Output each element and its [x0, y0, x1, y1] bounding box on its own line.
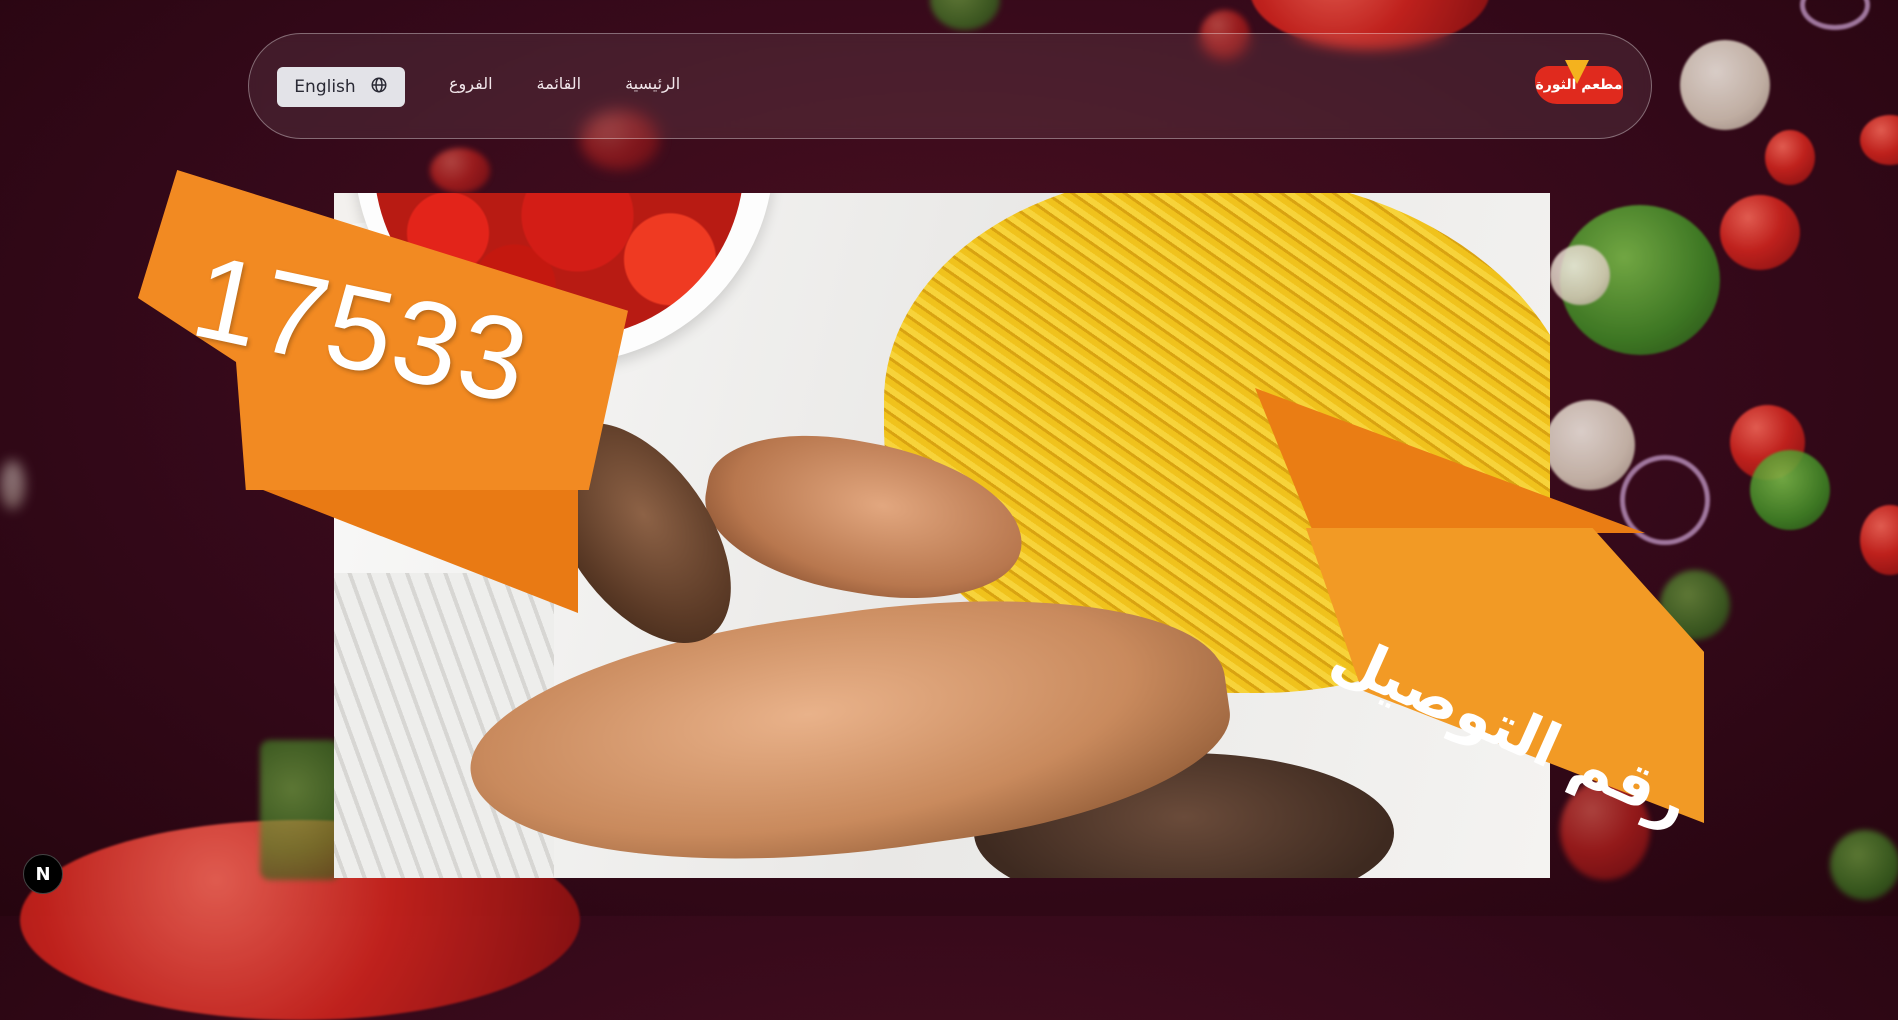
broccoli-decoration: [1750, 450, 1830, 530]
nav-link-branches[interactable]: الفروع: [449, 74, 493, 93]
tomato-decoration: [1860, 115, 1898, 165]
globe-icon: [370, 76, 388, 99]
tomato-decoration: [1720, 195, 1800, 270]
tomato-decoration: [1765, 130, 1815, 185]
broccoli-decoration: [1830, 830, 1898, 900]
mushroom-decoration: [1680, 40, 1770, 130]
badge-letter: N: [35, 863, 51, 885]
mushroom-decoration: [1545, 400, 1635, 490]
nav-links: الرئيسية القائمة الفروع: [449, 74, 680, 93]
restaurant-logo[interactable]: مطعم الثورة: [1535, 60, 1623, 104]
nav-link-menu[interactable]: القائمة: [537, 74, 582, 93]
mushroom-decoration: [0, 460, 25, 510]
navigation-bar: English الرئيسية القائمة الفروع مطعم الث…: [248, 33, 1652, 139]
language-button-label: English: [294, 77, 356, 97]
onion-decoration: [1800, 0, 1870, 30]
mushroom-decoration: [1550, 245, 1610, 305]
broccoli-decoration: [260, 740, 340, 880]
broccoli-decoration: [930, 0, 1000, 30]
pizza-slice-icon: [1565, 60, 1589, 84]
nav-link-home[interactable]: الرئيسية: [625, 74, 680, 93]
next-logo-icon[interactable]: N: [23, 854, 63, 894]
language-switch-button[interactable]: English: [277, 67, 405, 107]
tomato-decoration: [1860, 505, 1898, 575]
tomato-decoration: [430, 148, 490, 193]
